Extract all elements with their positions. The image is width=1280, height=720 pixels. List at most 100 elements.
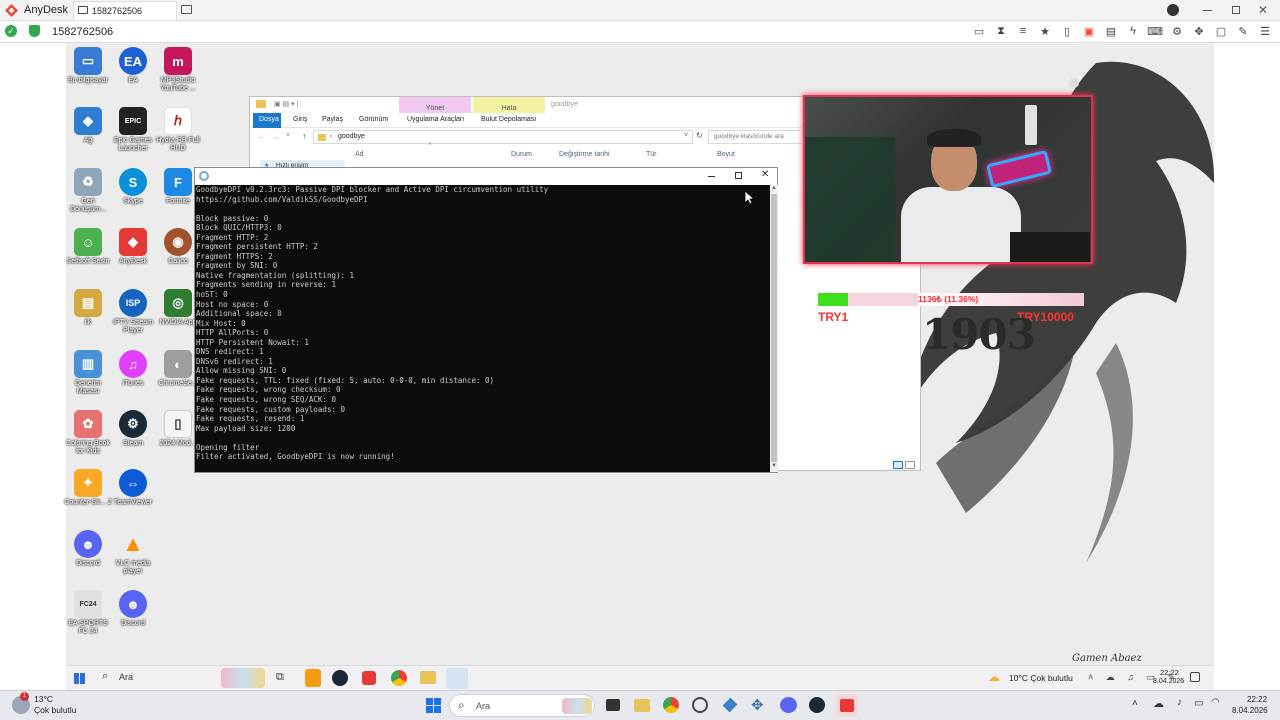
tab-gorunum[interactable]: Görünüm [359,116,388,123]
steam-taskbar-icon[interactable] [809,697,825,713]
pen-icon[interactable]: ✎ [1236,24,1250,38]
notification-icon[interactable] [1190,672,1200,682]
chat-icon[interactable]: ▭ [972,24,986,38]
hourglass-icon[interactable]: ⧗ [994,24,1008,38]
plugin-icon[interactable]: ✥ [1192,24,1206,38]
remote-clock-date[interactable]: 8.04.2026 [1153,678,1184,685]
task-view-icon[interactable]: ⧉ [276,671,284,684]
view-toggle[interactable] [891,460,917,470]
column-header-name[interactable]: Ad [355,151,364,158]
coloring-book-icon[interactable]: ✿ Coloring Book for Kids [64,410,112,456]
settings-taskbar-icon[interactable]: ✥ [751,696,764,714]
column-header-status[interactable]: Durum [511,151,532,158]
file-icon[interactable]: ▯ [1060,24,1074,38]
steam-icon[interactable]: ⚙ Steam [109,410,157,448]
fc24-icon[interactable]: FC24 EA SPORTS FC 24 [64,590,112,636]
user-folder-icon[interactable]: ☺ Selfsoft Sesin [64,228,112,266]
steam-taskbar-icon[interactable] [332,670,348,686]
restore-icon[interactable] [1232,6,1240,14]
chrome-taskbar-icon[interactable] [391,670,407,686]
folder-icon[interactable]: ▤ ilk [64,289,112,327]
fl-studio-taskbar-icon[interactable] [305,669,321,687]
refresh-icon[interactable]: ↻ [696,131,703,140]
tab-dosya[interactable]: Dosya [253,113,281,128]
local-search-box[interactable]: ⌕ Ara [449,694,595,717]
recent-icon[interactable]: ˅ [286,132,290,139]
vlc-icon[interactable]: ▲ VLC media player [109,530,157,576]
vpn-taskbar-icon[interactable] [722,697,738,713]
message-icon[interactable]: ▤ [1104,24,1118,38]
remote-search-label[interactable]: Ara [119,672,133,682]
tab-uygulama-araclari[interactable]: Uygulama Araçları [407,116,464,123]
anydesk-icon[interactable]: ◆ AnyDesk [109,228,157,266]
windows-start-icon[interactable] [426,698,441,713]
chrome-taskbar-icon[interactable] [663,697,679,713]
star-icon[interactable]: ★ [1038,24,1052,38]
skype-icon[interactable]: S Skype [109,168,157,206]
menu-icon[interactable]: ☰ [1258,24,1272,38]
network-icon[interactable]: ◆ Ağ [64,107,112,145]
scroll-thumb[interactable] [771,194,777,462]
database-icon[interactable]: ≡ [1016,24,1030,38]
discord-taskbar-icon[interactable] [780,697,797,713]
anydesk-taskbar-icon[interactable] [836,694,858,717]
anydesk-taskbar-icon[interactable] [362,671,376,685]
explorer-taskbar-icon[interactable] [420,671,436,684]
epic-games-icon[interactable]: EPIC Epic Games Launcher [109,107,157,153]
settings-icon[interactable]: ⚙ [1170,24,1184,38]
local-temperature[interactable]: 13°C [34,694,53,704]
scroll-down-icon[interactable]: ▼ [771,463,777,469]
tray-chevron-icon[interactable]: ˄ [1132,698,1138,709]
local-clock-date[interactable]: 8.04.2026 [1232,706,1268,715]
tab-bulut-depolamasi[interactable]: Bulut Depolaması [481,116,536,123]
console-titlebar[interactable]: ✕ [195,168,777,185]
goodbyedpi-taskbar-icon[interactable] [446,668,468,689]
explorer-taskbar-icon[interactable] [634,699,650,712]
recycle-bin-icon[interactable]: ♻ Geri Dönüşüm... [64,168,112,214]
remote-clock-time[interactable]: 22:22 [1160,668,1179,677]
remote-weather[interactable]: 10°C Çok bulutlu [1009,673,1073,683]
chevron-down-icon[interactable]: ˅ [684,132,688,139]
onedrive-icon[interactable]: ☁ [1153,697,1164,710]
console-window[interactable]: ✕ GoodbyeDPI v0.2.3rc3: Passive DPI bloc… [194,167,778,473]
minimize-icon[interactable] [708,176,715,177]
local-clock-time[interactable]: 22:22 [1247,695,1267,704]
monitor-icon[interactable]: ▣ [1082,24,1096,38]
column-header-modified[interactable]: Değiştirme tarihi [559,151,610,158]
ea-icon[interactable]: EA EA [109,47,157,85]
new-tab-icon[interactable] [181,5,192,14]
console-output[interactable]: GoodbyeDPI v0.2.3rc3: Passive DPI blocke… [195,185,770,472]
forward-icon[interactable]: → [272,132,280,141]
close-icon[interactable]: ✕ [761,169,769,180]
windows-start-icon[interactable] [74,673,85,684]
close-icon[interactable]: ✕ [1258,3,1268,17]
teamviewer-icon[interactable]: ⇔ TeamViewer [109,469,157,507]
session-tab[interactable]: 1582762506 [73,1,177,20]
control-panel-icon[interactable]: ▥ Denetim Masası [64,350,112,396]
app-taskbar-icon[interactable] [692,697,708,713]
console-scrollbar[interactable]: ▲ ▼ [770,185,778,472]
column-header-size[interactable]: Boyut [717,151,735,158]
network-icon[interactable]: ▭ [1194,698,1203,709]
minimize-icon[interactable] [1203,10,1212,11]
hydra-icon[interactable]: ℎ Hydra RB Full HUD [154,107,202,153]
local-weather[interactable]: Çok bulutlu [34,705,77,715]
wifi-icon[interactable]: ◠ [1211,697,1220,708]
discord-icon[interactable]: ☻ Discord [109,590,157,628]
details-view-icon[interactable] [893,461,903,469]
discord-icon[interactable]: ☻ Discord [64,530,112,568]
up-icon[interactable]: ↑ [302,131,307,141]
keyboard-icon[interactable]: ⌨ [1147,24,1163,38]
volume-icon[interactable]: ♪ [1177,697,1182,708]
lightning-icon[interactable]: ϟ [1126,24,1140,38]
itunes-icon[interactable]: ♫ iTunes [109,350,157,388]
computer-icon[interactable]: ▭ Bu bilgisayar [64,47,112,85]
download-icon[interactable] [1167,4,1179,16]
screenshot-icon[interactable]: ▢ [1214,24,1228,38]
tab-paylas[interactable]: Paylaş [322,116,343,123]
task-view-icon[interactable] [606,699,620,711]
address-bar[interactable]: › goodbye ˅ [313,130,693,144]
cs2-icon[interactable]: ✦ Counter-Str... 2 [64,469,112,507]
maximize-icon[interactable] [735,172,742,179]
back-icon[interactable]: ← [258,132,266,141]
